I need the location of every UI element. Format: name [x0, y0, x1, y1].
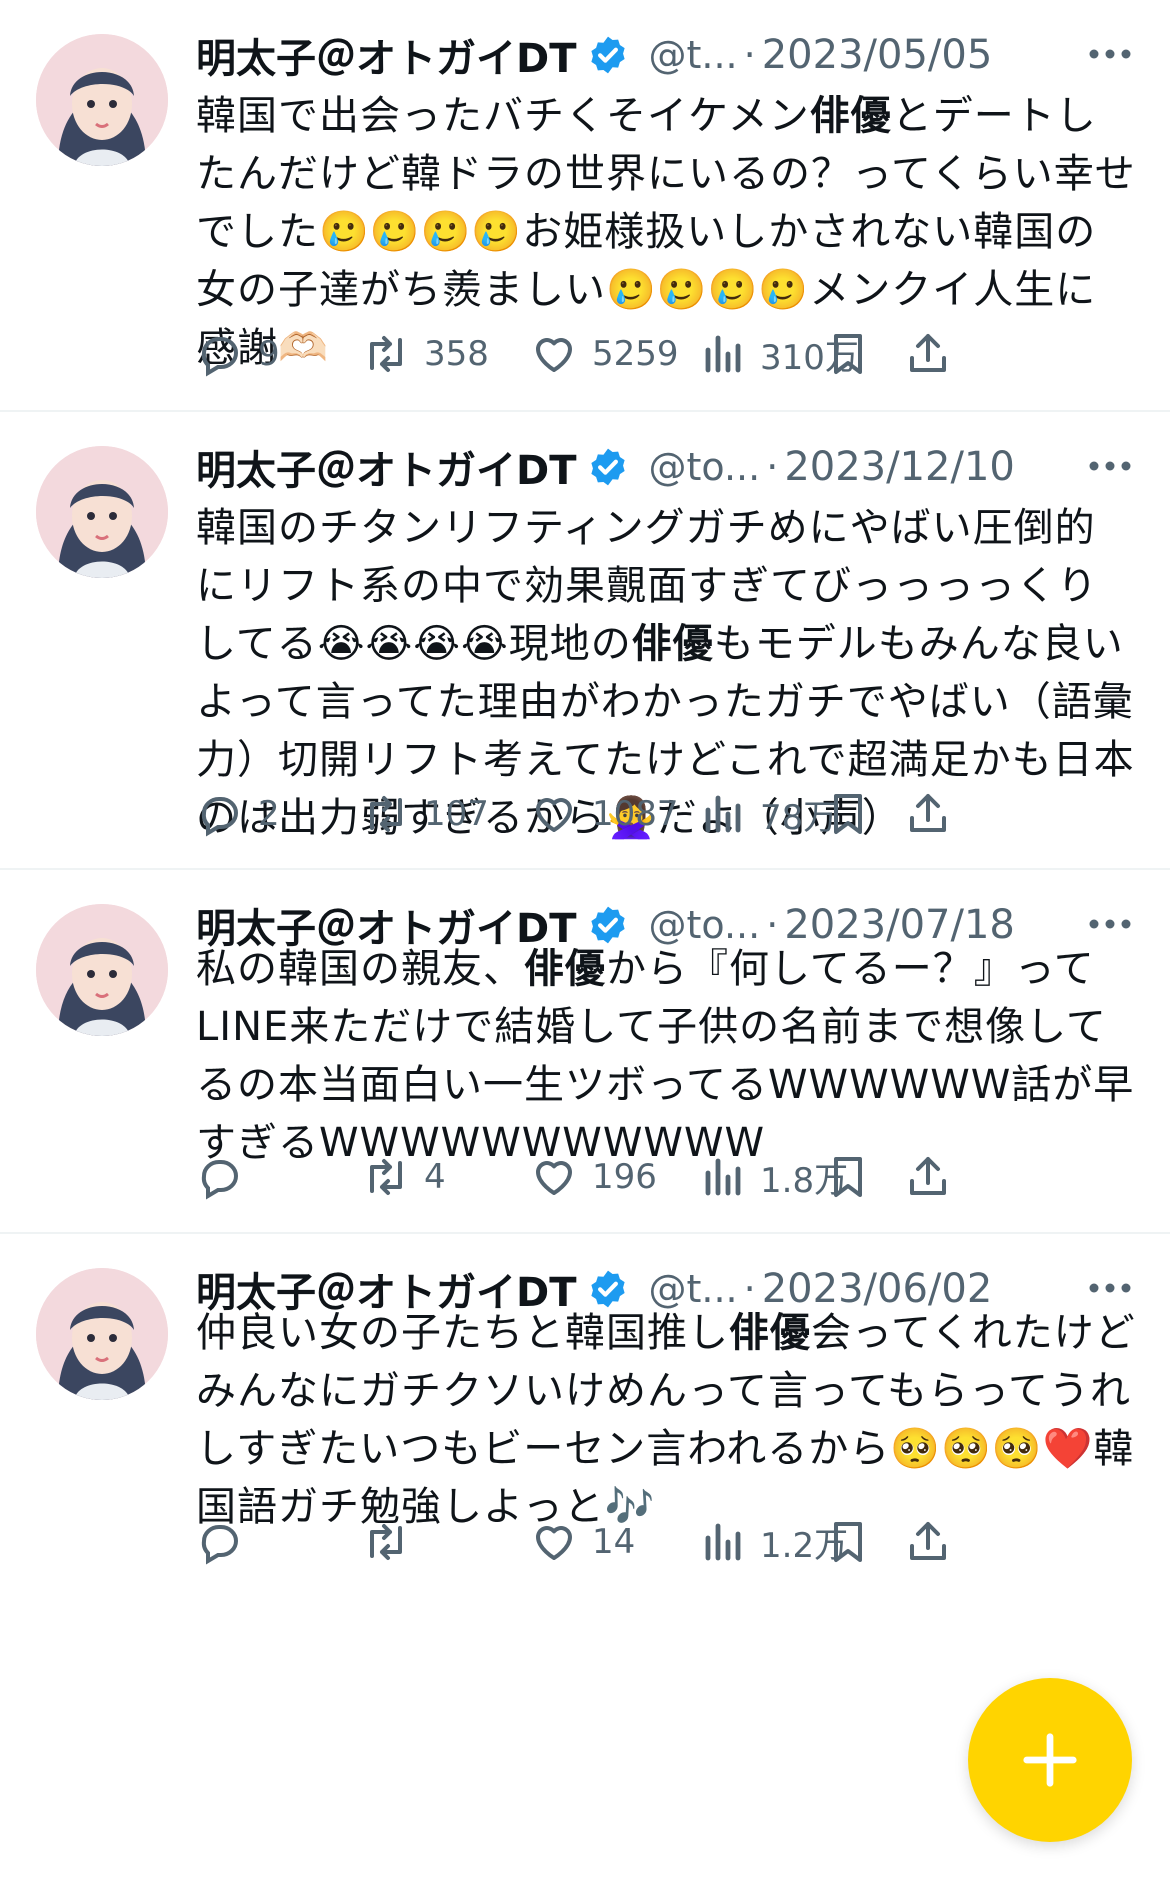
like-count: 5259: [592, 334, 679, 374]
like-count: 14: [592, 1522, 636, 1562]
tweet-text-part: 私の韓国の親友、: [196, 946, 524, 992]
bookmark-button[interactable]: [824, 326, 872, 382]
reply-count: 9: [258, 334, 280, 374]
share-button[interactable]: [904, 1514, 952, 1570]
bar-chart-icon: [705, 795, 741, 833]
plus-icon: [1023, 1733, 1077, 1787]
retweet-button[interactable]: [362, 1514, 424, 1570]
more-dots-icon[interactable]: [1080, 441, 1140, 491]
like-button[interactable]: 1087: [530, 786, 679, 842]
bookmark-button[interactable]: [824, 1149, 872, 1205]
tweet[interactable]: 明太子＠オトガイDT @to... · 2023/12/10 韓国のチタンリフテ…: [0, 412, 1170, 868]
tweet-text-bold: 俳優: [631, 621, 714, 667]
share-button[interactable]: [904, 1149, 952, 1205]
heart-icon: [536, 338, 572, 372]
tweet[interactable]: 明太子＠オトガイDT @t... · 2023/05/05 韓国で出会ったバチく…: [0, 0, 1170, 410]
action-bar: 4 196 1.8万: [196, 1149, 1140, 1205]
reply-button[interactable]: 9: [196, 326, 280, 382]
tweet-header: 明太子＠オトガイDT @to... · 2023/12/10: [196, 437, 1140, 497]
like-count: 196: [592, 1157, 657, 1197]
action-bar: 2 107 1087 78万: [196, 786, 1140, 842]
handle[interactable]: @t...: [649, 33, 738, 77]
bookmark-icon: [834, 334, 862, 374]
bar-chart-icon: [705, 1523, 741, 1561]
retweet-count: 107: [424, 794, 489, 834]
bookmark-button[interactable]: [824, 786, 872, 842]
share-button[interactable]: [904, 326, 952, 382]
speech-bubble-icon: [201, 337, 238, 377]
tweet-text: 私の韓国の親友、俳優から『何してるー？』ってLINE来ただけで結婚して子供の名前…: [196, 940, 1136, 1172]
heart-icon: [536, 1526, 572, 1560]
share-button[interactable]: [904, 786, 952, 842]
bookmark-button[interactable]: [824, 1514, 872, 1570]
tweet-text: 仲良い女の子たちと韓国推し俳優会ってくれたけどみんなにガチクソいけめんって言って…: [196, 1304, 1136, 1536]
action-bar: 14 1.2万: [196, 1514, 1140, 1570]
retweet-button[interactable]: 358: [362, 326, 489, 382]
reply-button[interactable]: 2: [196, 786, 280, 842]
tweet-header: 明太子＠オトガイDT @t... · 2023/05/05: [196, 25, 1140, 85]
like-button[interactable]: 196: [530, 1149, 657, 1205]
like-count: 1087: [592, 794, 679, 834]
tweet-text-part: 仲良い女の子たちと韓国推し: [196, 1310, 729, 1356]
verified-badge-icon: [590, 448, 625, 486]
share-upload-icon: [910, 334, 946, 372]
bar-chart-icon: [705, 335, 741, 373]
avatar[interactable]: [36, 34, 168, 166]
timestamp[interactable]: 2023/05/05: [762, 32, 993, 78]
bookmark-icon: [834, 794, 862, 834]
tweet-text-bold: 俳優: [729, 1310, 811, 1356]
share-upload-icon: [910, 794, 946, 832]
retweet-button[interactable]: 107: [362, 786, 489, 842]
share-upload-icon: [910, 1157, 946, 1195]
speech-bubble-icon: [201, 1525, 238, 1565]
tweet-text-part: 韓国で出会ったバチくそイケメン: [196, 93, 810, 139]
avatar[interactable]: [36, 446, 168, 578]
retweet-count: 4: [424, 1157, 446, 1197]
reply-button[interactable]: [196, 1514, 258, 1570]
tweet-text-bold: 俳優: [809, 93, 892, 139]
handle[interactable]: @to...: [649, 445, 761, 489]
display-name[interactable]: 明太子＠オトガイDT: [196, 438, 577, 496]
display-name[interactable]: 明太子＠オトガイDT: [196, 26, 577, 84]
reply-button[interactable]: [196, 1149, 258, 1205]
avatar[interactable]: [36, 1268, 168, 1400]
more-dots-icon[interactable]: [1080, 29, 1140, 79]
separator-dot: ·: [743, 33, 756, 77]
bookmark-icon: [834, 1157, 862, 1197]
share-upload-icon: [910, 1522, 946, 1560]
speech-bubble-icon: [201, 1160, 238, 1200]
retweet-arrows-icon: [370, 336, 402, 372]
timestamp[interactable]: 2023/12/10: [784, 444, 1015, 490]
retweet-arrows-icon: [370, 1524, 402, 1560]
heart-icon: [536, 798, 572, 832]
views-button[interactable]: 78万: [698, 786, 837, 842]
tweet-text-bold: 俳優: [524, 946, 606, 992]
speech-bubble-icon: [201, 797, 238, 837]
compose-button[interactable]: [968, 1678, 1132, 1842]
bookmark-icon: [834, 1522, 862, 1562]
retweet-button[interactable]: 4: [362, 1149, 446, 1205]
heart-icon: [536, 1161, 572, 1195]
bar-chart-icon: [705, 1158, 741, 1196]
reply-count: 2: [258, 794, 280, 834]
avatar[interactable]: [36, 904, 168, 1036]
tweet[interactable]: 明太子＠オトガイDT @to... · 2023/07/18 私の韓国の親友、俳…: [0, 870, 1170, 1232]
like-button[interactable]: 14: [530, 1514, 635, 1570]
retweet-arrows-icon: [370, 1159, 402, 1195]
verified-badge-icon: [590, 36, 625, 74]
like-button[interactable]: 5259: [530, 326, 679, 382]
retweet-arrows-icon: [370, 796, 402, 832]
action-bar: 9 358 5259 310万: [196, 326, 1140, 382]
retweet-count: 358: [424, 334, 489, 374]
separator-dot: ·: [766, 445, 779, 489]
